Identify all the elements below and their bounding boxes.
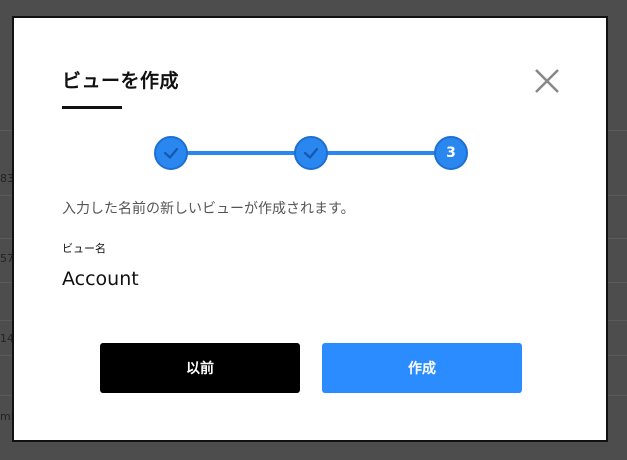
stepper-connector [326, 151, 438, 155]
back-button[interactable]: 以前 [100, 343, 300, 393]
step-3-current: 3 [434, 136, 468, 170]
create-view-dialog: ビューを作成 3 入力した名前の新しいビューが作成されます。 ビュー名 Acco… [12, 16, 608, 442]
dialog-title: ビューを作成 [62, 70, 180, 92]
dialog-description: 入力した名前の新しいビューが作成されます。 [62, 201, 355, 217]
progress-stepper: 3 [154, 134, 472, 172]
step-2-complete [294, 136, 328, 170]
title-underline [62, 106, 122, 109]
view-name-value: Account [62, 268, 139, 290]
close-button[interactable] [532, 66, 562, 96]
step-1-complete [154, 136, 188, 170]
view-name-label: ビュー名 [62, 242, 106, 255]
create-button[interactable]: 作成 [322, 343, 522, 393]
stepper-connector [186, 151, 298, 155]
check-icon [163, 147, 179, 159]
close-icon [535, 69, 559, 93]
check-icon [303, 147, 319, 159]
